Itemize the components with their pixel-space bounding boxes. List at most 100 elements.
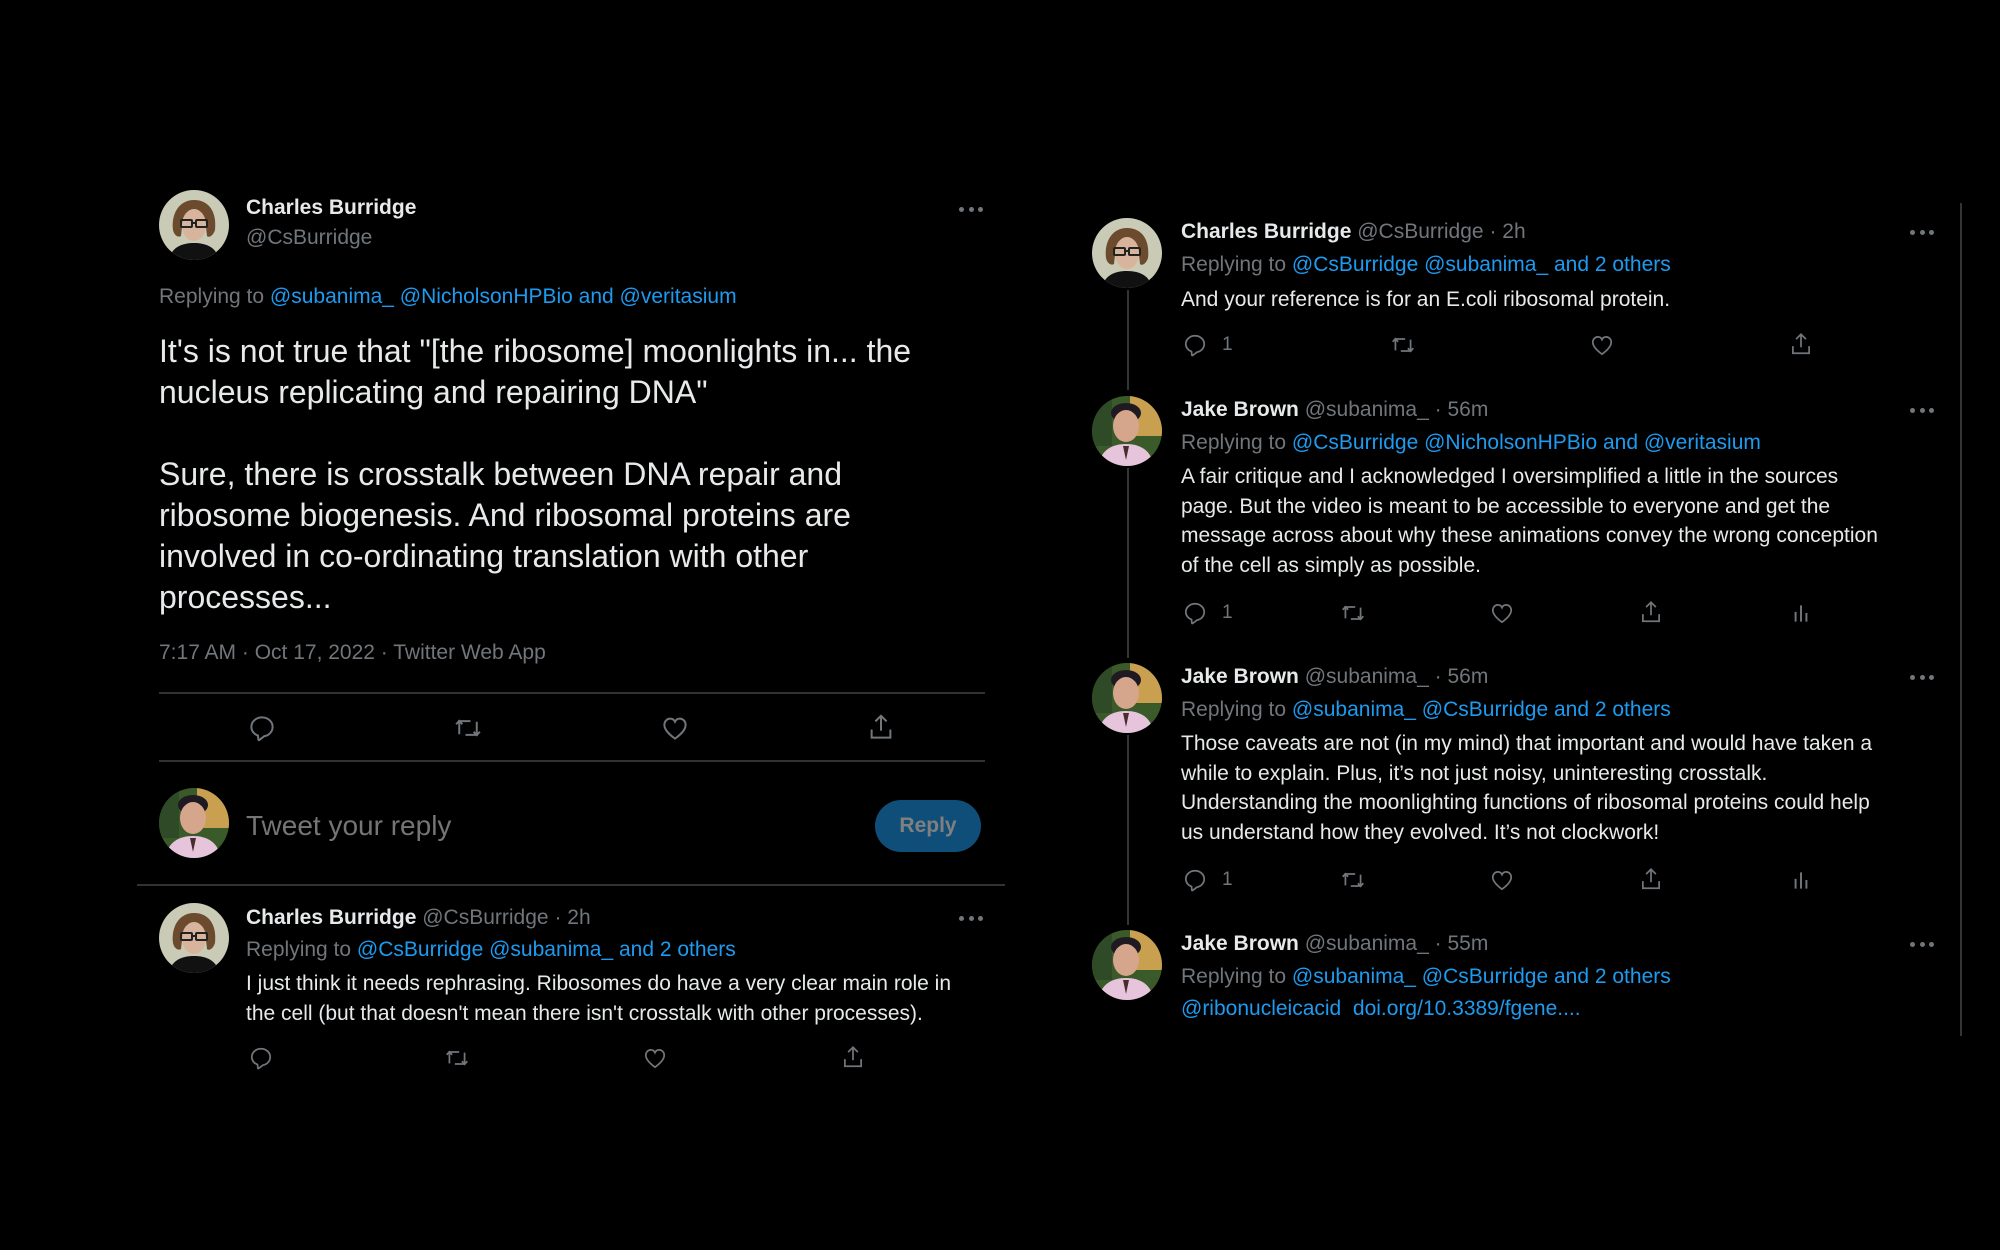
tweet-meta[interactable]: 7:17 AM · Oct 17, 2022 · Twitter Web App [159,641,546,665]
tweet-header: Charles Burridge @CsBurridge · 2h [1181,220,1526,244]
like-icon[interactable] [1589,332,1615,358]
replying-prefix: Replying to [246,938,352,961]
author-handle[interactable]: @subanima_ [1305,398,1429,421]
more-options-icon[interactable] [1910,940,1934,948]
replying-to: Replying to @subanima_ @CsBurridge and 2… [1181,965,1671,989]
author-name[interactable]: Charles Burridge [1181,220,1351,243]
tweet-reply-input[interactable] [246,806,846,846]
reply-icon[interactable]: 1 [1182,332,1233,358]
reply-count: 1 [1222,602,1233,623]
column-border [1960,203,1962,1036]
tweet-body-line: processes... [159,579,332,615]
author-name[interactable]: Jake Brown [1181,398,1299,421]
more-options-icon[interactable] [1910,406,1934,414]
tweet-time[interactable]: · 56m [1435,398,1489,421]
share-icon[interactable] [866,712,896,742]
divider [159,692,985,694]
mention-link[interactable]: @ribonucleicacid [1181,997,1341,1020]
retweet-icon[interactable] [1340,600,1366,626]
tweet-body-line: page. But the video is meant to be acces… [1181,494,1831,518]
author-name[interactable]: Jake Brown [1181,665,1299,688]
replying-to-link[interactable]: @CsBurridge @NicholsonHPBio and @veritas… [1292,431,1761,454]
author-handle[interactable]: @subanima_ [1305,932,1429,955]
share-icon[interactable] [1638,866,1664,892]
more-options-icon[interactable] [1910,228,1934,236]
avatar[interactable] [1092,218,1162,288]
replying-to: Replying to @subanima_ @NicholsonHPBio a… [159,285,737,309]
tweet-body-line: Those caveats are not (in my mind) that … [1181,732,1873,755]
author-name[interactable]: Jake Brown [1181,932,1299,955]
reply-button[interactable]: Reply [875,800,981,852]
author-handle[interactable]: @CsBurridge [246,226,372,250]
thread-line [1127,290,1129,390]
tweet-body-line: while to explain. Plus, it’s not just no… [1181,761,1768,785]
reply-icon[interactable]: 1 [1182,600,1233,626]
author-handle[interactable]: @CsBurridge [1357,220,1483,243]
analytics-icon[interactable] [1788,600,1814,626]
avatar[interactable] [1092,396,1162,466]
replying-to: Replying to @subanima_ @CsBurridge and 2… [1181,698,1671,722]
avatar[interactable] [1092,930,1162,1000]
retweet-icon[interactable] [1340,867,1366,893]
avatar[interactable] [159,903,229,973]
doi-link[interactable]: doi.org/10.3389/fgene.... [1353,997,1581,1020]
tweet-header: Jake Brown @subanima_ · 55m [1181,932,1488,956]
avatar[interactable] [159,788,229,858]
analytics-icon[interactable] [1788,867,1814,893]
like-icon[interactable] [642,1045,668,1071]
tweet-body-line: And your reference is for an E.coli ribo… [1181,288,1671,311]
like-icon[interactable] [1489,600,1515,626]
tweet-body-line: of the cell as simply as possible. [1181,554,1481,578]
replying-prefix: Replying to [159,285,265,308]
tweet-body-line: message across about why these animation… [1181,524,1878,548]
more-options-icon[interactable] [959,914,983,922]
tweet-body-line: I just think it needs rephrasing. Riboso… [246,972,952,995]
like-icon[interactable] [660,713,690,743]
tweet-body-line: Understanding the moonlighting functions… [1181,791,1870,815]
tweet-body-line: the cell (but that doesn't mean there is… [246,1002,923,1025]
tweet-time[interactable]: · 2h [1489,220,1525,243]
tweet-body: A fair critique and I acknowledged I ove… [1181,462,1878,581]
replying-prefix: Replying to [1181,253,1287,276]
replying-to: Replying to @CsBurridge @subanima_ and 2… [1181,253,1671,277]
replying-to-link[interactable]: @CsBurridge @subanima_ and 2 others [357,938,736,961]
reply-icon[interactable] [247,713,277,743]
author-name[interactable]: Charles Burridge [246,196,416,220]
tweet-body-line: ribosome biogenesis. And ribosomal prote… [159,497,851,533]
like-icon[interactable] [1489,867,1515,893]
divider [137,884,1005,886]
share-icon[interactable] [840,1044,866,1070]
tweet-time[interactable]: · 56m [1435,665,1489,688]
replying-to-link[interactable]: @subanima_ @CsBurridge and 2 others [1292,965,1671,988]
tweet-body-line: us understand how they evolved. It’s not… [1181,821,1660,845]
replying-to-link[interactable]: @subanima_ @NicholsonHPBio and @veritasi… [270,285,737,308]
share-icon[interactable] [1638,599,1664,625]
tweet-body-line: A fair critique and I acknowledged I ove… [1181,465,1839,488]
replying-to: Replying to @CsBurridge @NicholsonHPBio … [1181,431,1761,455]
reply-icon[interactable] [248,1045,274,1071]
replying-to-link[interactable]: @CsBurridge @subanima_ and 2 others [1292,253,1671,276]
author-handle[interactable]: @CsBurridge [422,906,548,929]
tweet-body-line: It's is not true that "[the ribosome] mo… [159,333,912,369]
avatar[interactable] [159,190,229,260]
retweet-icon[interactable] [453,713,483,743]
tweet-body: It's is not true that "[the ribosome] mo… [159,331,911,618]
replying-to-link[interactable]: @subanima_ @CsBurridge and 2 others [1292,698,1671,721]
tweet-time[interactable]: · 55m [1435,932,1489,955]
more-options-icon[interactable] [1910,673,1934,681]
author-handle[interactable]: @subanima_ [1305,665,1429,688]
replying-prefix: Replying to [1181,698,1287,721]
tweet-body-line: Sure, there is crosstalk between DNA rep… [159,456,842,492]
retweet-icon[interactable] [444,1045,470,1071]
tweet-body: Those caveats are not (in my mind) that … [1181,729,1872,848]
more-options-icon[interactable] [959,205,983,213]
author-name[interactable]: Charles Burridge [246,906,416,929]
retweet-icon[interactable] [1390,332,1416,358]
reply-icon[interactable]: 1 [1182,867,1233,893]
share-icon[interactable] [1788,331,1814,357]
tweet-time[interactable]: · 2h [554,906,590,929]
replying-prefix: Replying to [1181,965,1287,988]
tweet-body-line: nucleus replicating and repairing DNA" [159,374,708,410]
tweet-body: I just think it needs rephrasing. Riboso… [246,969,951,1029]
avatar[interactable] [1092,663,1162,733]
